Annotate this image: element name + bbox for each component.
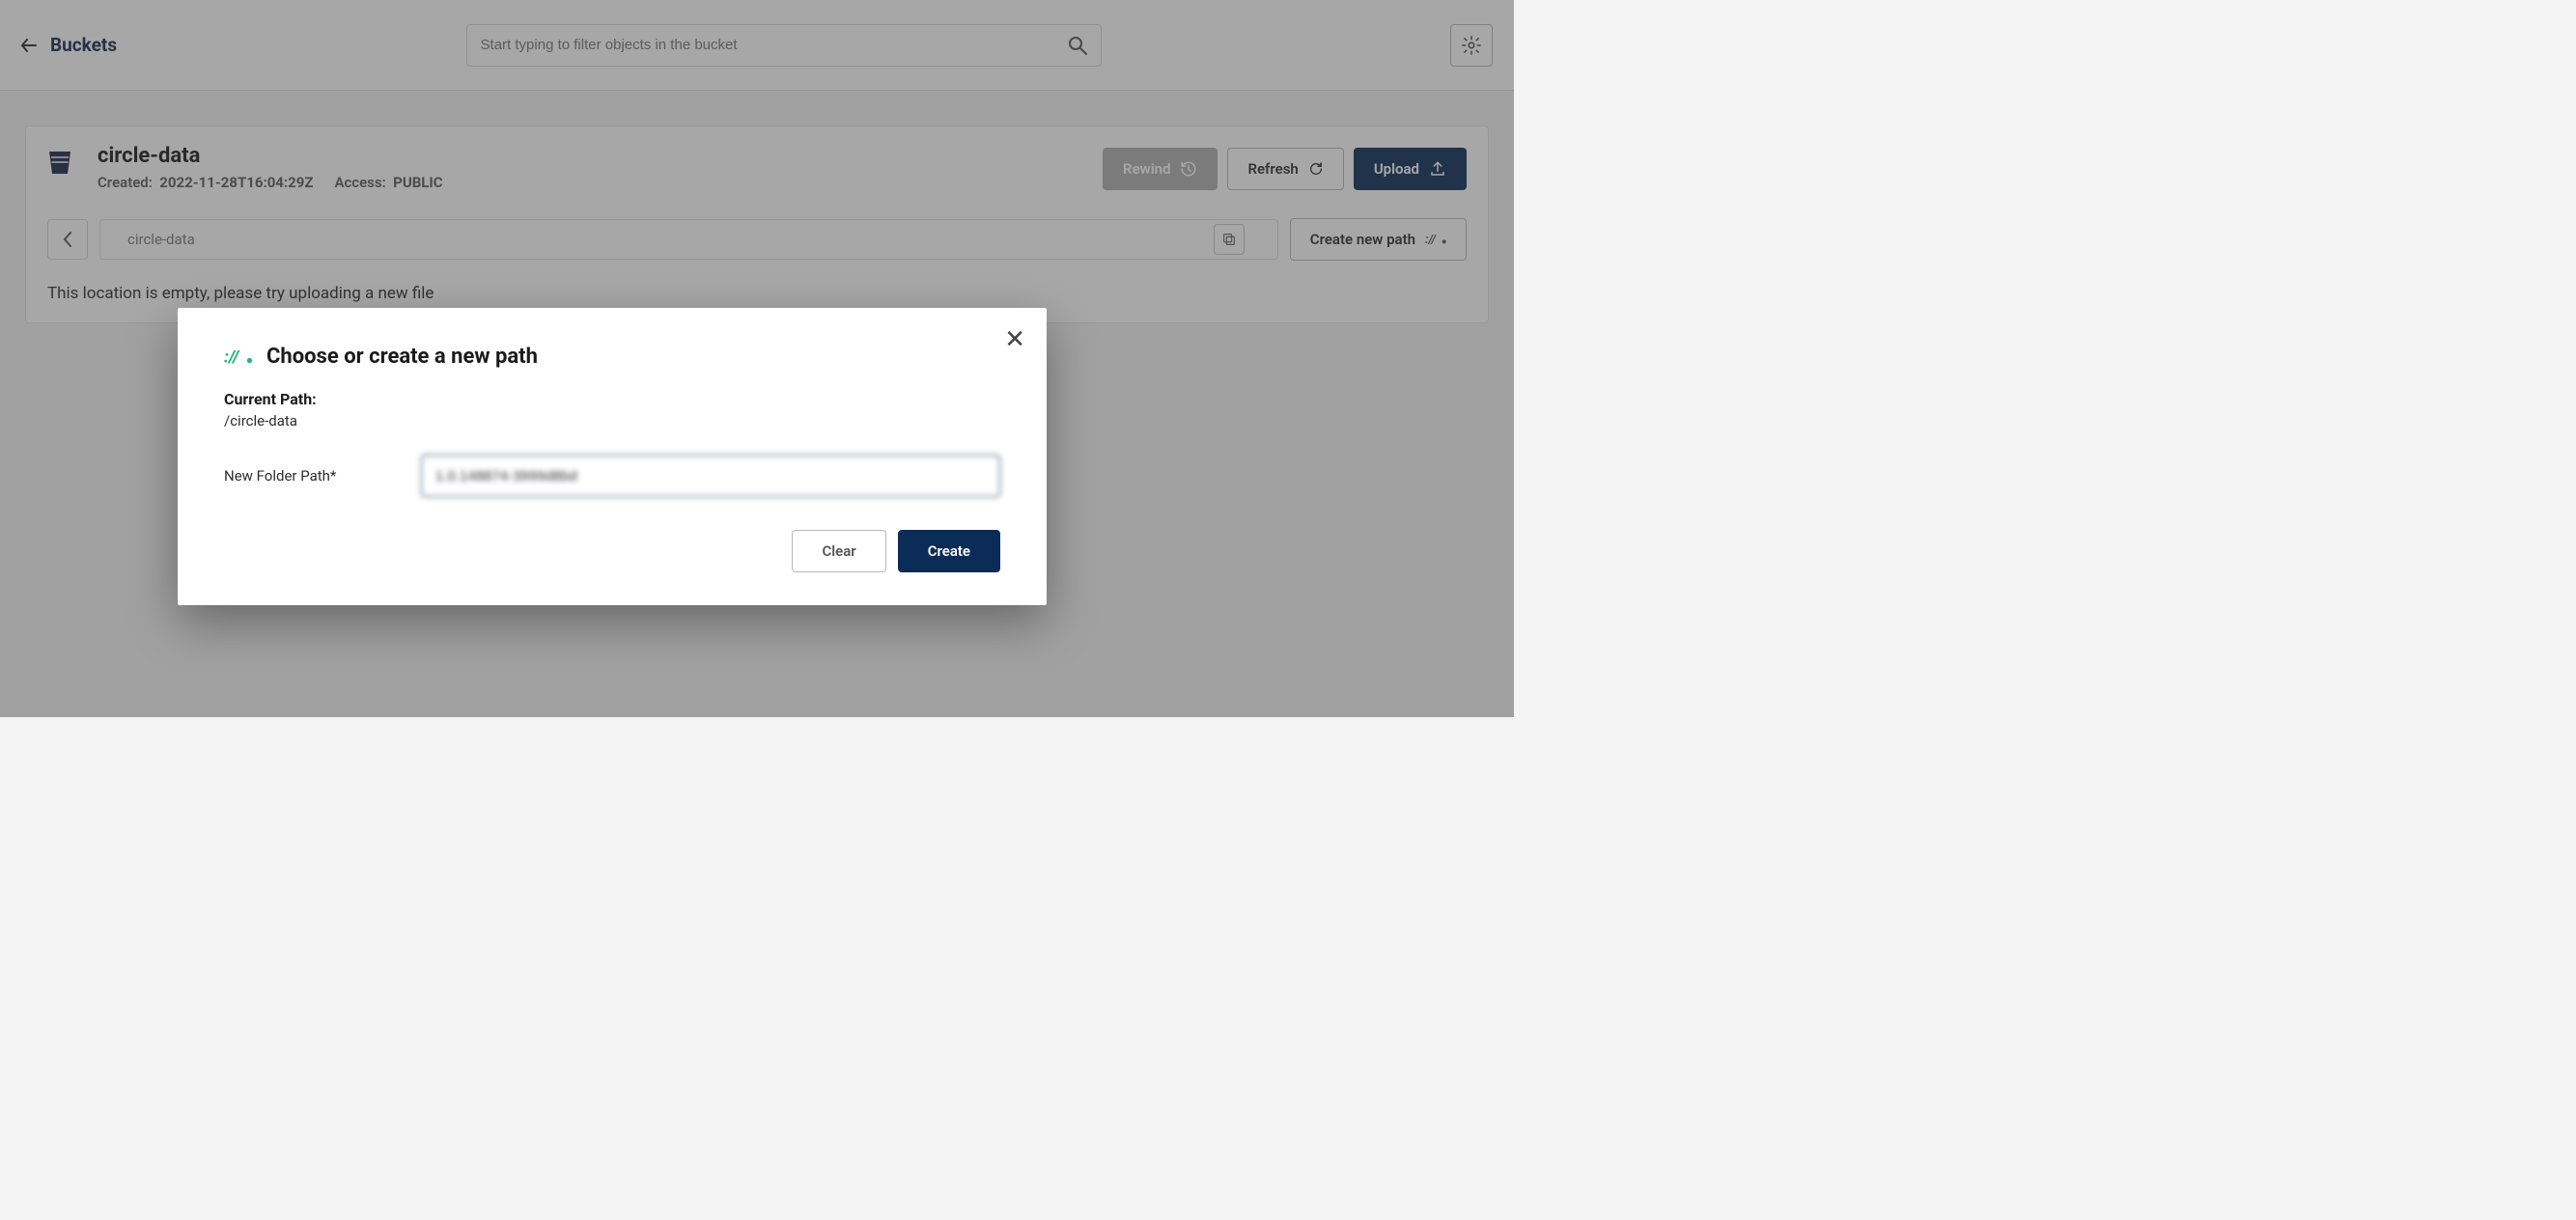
current-path-label: Current Path: — [224, 390, 1000, 408]
create-label: Create — [928, 542, 970, 560]
new-folder-path-input[interactable] — [421, 455, 1000, 497]
clear-label: Clear — [822, 542, 855, 560]
close-icon: ✕ — [1004, 325, 1025, 354]
close-button[interactable]: ✕ — [1004, 325, 1025, 354]
clear-button[interactable]: Clear — [792, 530, 885, 572]
create-path-modal: ✕ :// Choose or create a new path Curren… — [178, 308, 1047, 605]
path-icon: :// — [224, 347, 253, 368]
svg-text:://: :// — [224, 347, 240, 367]
create-button[interactable]: Create — [898, 530, 1000, 572]
current-path-value: /circle-data — [224, 412, 1000, 430]
new-folder-path-label: New Folder Path* — [224, 467, 359, 485]
modal-title: Choose or create a new path — [266, 345, 538, 369]
